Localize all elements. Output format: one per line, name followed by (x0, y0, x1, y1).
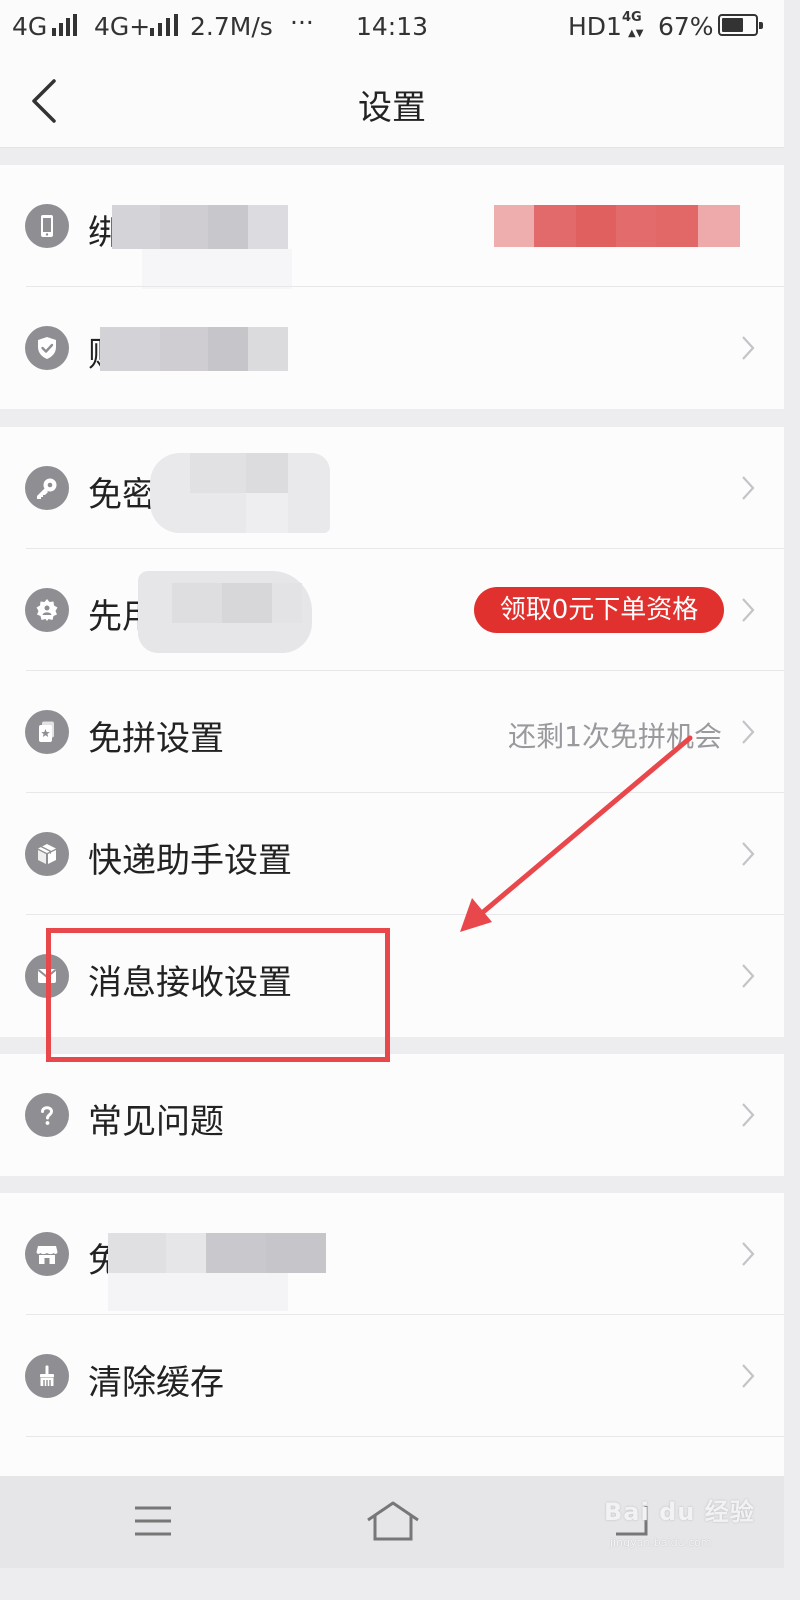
highlight-box (46, 928, 390, 1062)
chevron-right-icon (742, 336, 755, 360)
row-label: 清除缓存 (88, 1363, 224, 1403)
signal-icon-2 (150, 14, 180, 36)
watermark: Bai du 经验 (604, 1498, 755, 1526)
home-icon[interactable] (366, 1500, 420, 1542)
settings-row-account[interactable]: 账 (0, 287, 784, 409)
clock: 14:13 (356, 12, 429, 41)
blurred-text (112, 205, 292, 289)
battery-percent: 67% (658, 12, 714, 41)
row-label: 常见问题 (88, 1102, 224, 1142)
settings-row-use-first[interactable]: 先用 领取0元下单资格 (0, 549, 784, 671)
page-title: 设置 (358, 88, 426, 128)
chevron-right-icon (742, 598, 755, 622)
battery-icon (718, 14, 763, 36)
chevron-right-icon (742, 1364, 755, 1388)
net-type-label: 4G (622, 10, 642, 25)
phone-icon (25, 204, 69, 248)
settings-row-faq[interactable]: 常见问题 (0, 1054, 784, 1176)
network-speed: 2.7M/s (190, 12, 273, 41)
nav-bar: 设置 (0, 52, 784, 148)
row-label: 快递助手设置 (88, 841, 292, 881)
chevron-right-icon (742, 476, 755, 500)
settings-row-nopassword[interactable]: 免密 (0, 427, 784, 549)
chevron-right-icon (742, 842, 755, 866)
shield-icon (25, 326, 69, 370)
store-icon (25, 1232, 69, 1276)
menu-icon[interactable] (133, 1504, 173, 1538)
hd-label: HD1 (568, 12, 622, 41)
row-label: 免拼设置 (88, 719, 224, 759)
status-bar: 4G 4G+ 2.7M/s ··· 14:13 HD1 4G ▲▼ 67% (0, 0, 784, 52)
key-icon (25, 466, 69, 510)
data-arrows-icon: ▲▼ (628, 28, 644, 39)
carrier-label-2: 4G+ (94, 12, 151, 41)
row-value: 还剩1次免拼机会 (508, 720, 722, 753)
settings-row-bind[interactable]: 绑 (0, 165, 784, 289)
settings-row-free-more[interactable]: 免费多 (0, 1193, 784, 1315)
chevron-right-icon (742, 1242, 755, 1266)
chevron-right-icon (742, 964, 755, 988)
settings-group-account: 绑 账 (0, 165, 784, 409)
blurred-text (150, 453, 330, 533)
carrier-label-1: 4G (12, 12, 48, 41)
package-icon (25, 832, 69, 876)
broom-icon (25, 1354, 69, 1398)
settings-row-courier[interactable]: 快递助手设置 (0, 793, 784, 915)
settings-group-other: 免费多 清除缓存 (0, 1193, 784, 1476)
blurred-text (108, 1233, 326, 1313)
settings-row-clear-cache[interactable]: 清除缓存 (0, 1315, 784, 1437)
blurred-text (138, 571, 312, 653)
watermark-url: jingyan.baidu.com (610, 1536, 712, 1549)
more-dots: ··· (290, 8, 314, 37)
settings-group-help: 常见问题 (0, 1054, 784, 1176)
chevron-right-icon (742, 720, 755, 744)
badge-icon (25, 588, 69, 632)
row-label: 免密 (88, 475, 156, 515)
blurred-text (100, 327, 288, 371)
question-icon (25, 1093, 69, 1137)
settings-row-free-group[interactable]: 免拼设置 还剩1次免拼机会 (0, 671, 784, 793)
blurred-value (494, 205, 740, 247)
chevron-right-icon (742, 1103, 755, 1127)
promo-badge[interactable]: 领取0元下单资格 (474, 587, 724, 633)
card-star-icon (25, 710, 69, 754)
signal-icon (52, 14, 78, 36)
